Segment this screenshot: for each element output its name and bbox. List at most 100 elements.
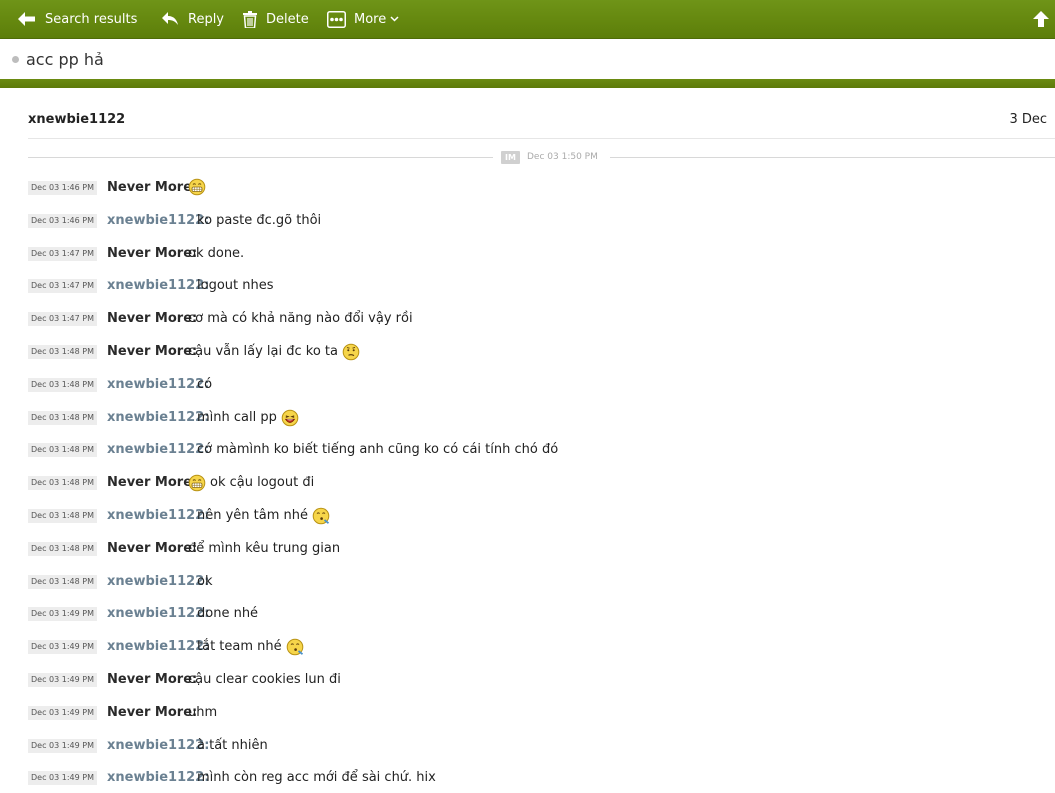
message-timestamp: Dec 03 1:48 PM xyxy=(28,443,97,458)
message-author: xnewbie1122: xyxy=(107,442,210,458)
message-author: xnewbie1122: xyxy=(107,278,210,294)
message-text: done nhé xyxy=(197,606,259,622)
message-timestamp: Dec 03 1:46 PM xyxy=(28,213,97,228)
laugh-icon xyxy=(281,409,299,427)
message-body: nên yên tâm nhé xyxy=(197,506,330,526)
message-timestamp: Dec 03 1:49 PM xyxy=(28,607,97,622)
back-arrow-icon xyxy=(18,12,35,26)
chat-message-row: Dec 03 1:49 PM Never More: uhm xyxy=(0,703,1055,723)
accent-divider xyxy=(0,79,1055,88)
message-text: nên yên tâm nhé xyxy=(197,508,309,523)
chevron-down-icon xyxy=(390,16,399,22)
message-author: Never More: xyxy=(107,540,198,556)
message-author: xnewbie1122: xyxy=(107,639,210,655)
message-timestamp: Dec 03 1:49 PM xyxy=(28,771,97,786)
back-to-search-results-button[interactable]: Search results xyxy=(17,0,137,38)
im-session-time: Dec 03 1:50 PM xyxy=(527,152,598,162)
message-author: xnewbie1122: xyxy=(107,508,210,523)
message-body: logout nhes xyxy=(197,276,274,296)
message-author: Never More: xyxy=(107,180,198,195)
message-body: ko paste đc.gõ thôi xyxy=(197,211,321,231)
chat-message-row: Dec 03 1:46 PM Never More: xyxy=(0,178,1055,198)
more-menu-button[interactable]: More xyxy=(327,0,399,38)
im-separator: IM Dec 03 1:50 PM xyxy=(28,150,1055,166)
whistle-icon xyxy=(286,638,304,656)
unread-dot-icon xyxy=(12,56,19,63)
message-author: xnewbie1122: xyxy=(107,409,210,425)
message-text: để mình kêu trung gian xyxy=(188,540,341,556)
message-text: ok done. xyxy=(188,245,245,261)
message-body: cớ màmình ko biết tiếng anh cũng ko có c… xyxy=(197,440,558,460)
message-text: ko paste đc.gõ thôi xyxy=(197,212,322,228)
subject-bar: acc pp hả xyxy=(0,39,1055,79)
chat-message-row: Dec 03 1:48 PM xnewbie1122: ok xyxy=(0,572,1055,592)
im-badge-icon: IM xyxy=(501,151,520,164)
message-timestamp: Dec 03 1:49 PM xyxy=(28,673,97,687)
delete-button[interactable]: Delete xyxy=(242,0,309,38)
message-author: Never More: xyxy=(107,672,198,687)
reply-button[interactable]: Reply xyxy=(161,0,224,38)
chat-message-row: Dec 03 1:49 PM xnewbie1122: mình còn reg a… xyxy=(0,768,1055,788)
message-timestamp: Dec 03 1:48 PM xyxy=(28,541,97,556)
upload-arrow-button[interactable] xyxy=(1032,0,1055,38)
chat-message-row: Dec 03 1:48 PM xnewbie1122: nên yên tâm nh… xyxy=(0,506,1055,526)
message-author: Never More: xyxy=(107,344,198,359)
separator-line xyxy=(28,157,493,158)
grin-icon xyxy=(188,474,206,492)
message-text: uhm xyxy=(188,704,218,720)
message-author: Never More: xyxy=(107,475,198,491)
chat-message-row: Dec 03 1:48 PM xnewbie1122: cớ màmình ko b… xyxy=(0,440,1055,460)
message-author: xnewbie1122: xyxy=(107,606,210,622)
message-body: có xyxy=(197,375,212,395)
message-text: cậu clear cookies lun đi xyxy=(188,672,341,687)
message-body xyxy=(188,178,210,196)
message-timestamp: Dec 03 1:47 PM xyxy=(28,312,97,327)
whistle-icon xyxy=(312,507,330,525)
message-timestamp: Dec 03 1:49 PM xyxy=(28,738,97,753)
chat-message-row: Dec 03 1:48 PM Never More: ok cậu logout đ… xyxy=(0,473,1055,493)
trash-icon xyxy=(243,10,257,28)
chat-message-row: Dec 03 1:49 PM xnewbie1122: à tất nhiên xyxy=(0,736,1055,756)
message-author: xnewbie1122: xyxy=(107,212,210,228)
chat-message-row: Dec 03 1:48 PM Never More: cậu vẫn lấy lại… xyxy=(0,342,1055,362)
separator-line xyxy=(610,157,1055,158)
thinking-icon xyxy=(342,343,360,361)
up-arrow-icon xyxy=(1033,11,1049,27)
message-timestamp: Dec 03 1:49 PM xyxy=(28,705,97,720)
chat-message-row: Dec 03 1:49 PM xnewbie1122: tắt team nhé xyxy=(0,637,1055,657)
message-body: để mình kêu trung gian xyxy=(188,539,340,559)
chat-message-row: Dec 03 1:49 PM Never More: cậu clear cooki… xyxy=(0,670,1055,690)
reply-icon xyxy=(162,12,178,25)
message-text: mình còn reg acc mới để sài chứ. hix xyxy=(197,770,436,786)
message-timestamp: Dec 03 1:48 PM xyxy=(28,509,97,523)
message-text: ok cậu logout đi xyxy=(210,475,315,491)
message-text: cơ mà có khả năng nào đổi vậy rồi xyxy=(188,311,413,327)
message-timestamp: Dec 03 1:47 PM xyxy=(28,279,97,294)
grin-icon xyxy=(188,178,206,196)
header-divider xyxy=(28,138,1055,139)
chat-message-row: Dec 03 1:47 PM Never More: ok done. xyxy=(0,244,1055,264)
message-author: xnewbie1122: xyxy=(107,770,210,786)
message-body: ok cậu logout đi xyxy=(188,473,314,493)
message-body: cậu vẫn lấy lại đc ko ta xyxy=(188,342,360,362)
message-body: à tất nhiên xyxy=(197,736,268,756)
message-timestamp: Dec 03 1:48 PM xyxy=(28,377,97,392)
message-timestamp: Dec 03 1:48 PM xyxy=(28,345,97,359)
back-label: Search results xyxy=(45,11,138,27)
message-timestamp: Dec 03 1:47 PM xyxy=(28,246,97,261)
message-text: có xyxy=(197,376,213,392)
message-text: tắt team nhé xyxy=(197,639,282,655)
message-timestamp: Dec 03 1:49 PM xyxy=(28,640,97,655)
message-text: ok xyxy=(197,573,213,589)
more-dots-icon xyxy=(327,10,346,28)
chat-message-row: Dec 03 1:49 PM xnewbie1122: done nhé xyxy=(0,604,1055,624)
delete-label: Delete xyxy=(266,11,309,27)
reply-label: Reply xyxy=(188,11,225,27)
message-author: Never More: xyxy=(107,245,198,261)
message-body: tắt team nhé xyxy=(197,637,304,657)
message-body: cậu clear cookies lun đi xyxy=(188,670,341,690)
message-text: logout nhes xyxy=(197,278,274,294)
chat-message-row: Dec 03 1:47 PM xnewbie1122: logout nhes xyxy=(0,276,1055,296)
message-text: mình call pp xyxy=(197,409,277,425)
message-timestamp: Dec 03 1:48 PM xyxy=(28,476,97,491)
